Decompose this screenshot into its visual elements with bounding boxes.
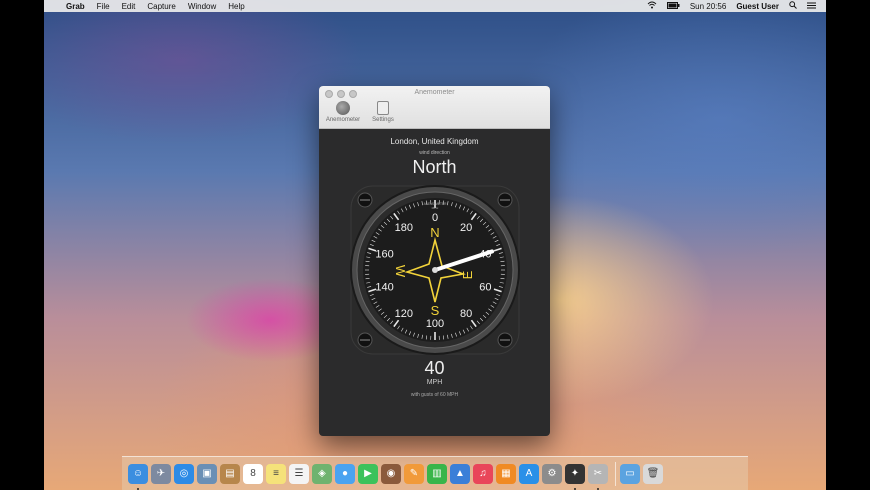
menu-capture[interactable]: Capture [147,2,175,11]
dock-calendar-icon[interactable]: 8 [243,463,263,484]
mount-screw [357,192,372,208]
toolbar-anemometer-label: Anemometer [325,117,361,123]
running-indicator [597,487,599,490]
gauge-unit-small: MPH [431,206,438,210]
dock-system-preferences-icon[interactable]: ⚙ [542,463,562,484]
dock-itunes-icon[interactable]: ♫ [473,463,493,484]
gauge-scale-label: 160 [375,249,393,261]
dock-reminders-icon[interactable]: ☰ [289,463,309,484]
dock-grab-icon[interactable]: ✂ [588,463,608,490]
menu-window[interactable]: Window [188,2,216,11]
dock-safari-icon[interactable]: ◎ [174,463,194,484]
mount-screw [497,332,512,348]
window-title: Anemometer [414,89,455,96]
dock-trash-icon[interactable]: 🗑 [643,463,663,484]
gauge-scale-label: 120 [394,308,412,320]
dock-anemometer-icon[interactable]: ✦ [565,463,585,490]
dock-finder-icon[interactable]: ☺ [128,463,148,490]
wind-direction-caption: wind direction [419,150,450,156]
dock-numbers-icon[interactable]: ▥ [427,463,447,484]
dock-pages-icon[interactable]: ✎ [404,463,424,484]
dock-app-store-icon[interactable]: A [519,463,539,484]
gauge-scale-label: 60 [479,281,491,293]
toolbar-settings-label: Settings [372,117,394,123]
dock-photos-preview-icon[interactable]: ▣ [197,463,217,484]
gauge-scale-label: 20 [460,222,472,234]
wifi-icon[interactable] [647,1,657,11]
window-toolbar: Anemometer Settings [323,101,403,123]
menu-bar: Grab File Edit Capture Window Help Sun 2… [44,0,826,12]
gusts-text: with gusts of 60 MPH [410,392,459,398]
dock-messages-icon[interactable]: ● [335,463,355,484]
location-label: London, United Kingdom [390,137,479,146]
wind-speed-value: 40 [424,358,445,378]
anemometer-gauge: 020406080100120140160180 ANEMOMETER MPH … [349,185,520,355]
gauge-scale-label: 80 [460,308,472,320]
compass-south-label: S [430,303,439,318]
dock-notes-icon[interactable]: ≡ [266,463,286,484]
notification-center-icon[interactable] [807,2,816,11]
window-content: London, United Kingdom wind direction No… [319,137,550,398]
menu-help[interactable]: Help [228,2,244,11]
running-indicator [137,487,139,490]
dock-maps-icon[interactable]: ◈ [312,463,332,484]
clock-text[interactable]: Sun 20:56 [690,2,726,11]
dock-keynote-icon[interactable]: ▲ [450,463,470,484]
wind-direction-value: North [412,157,457,177]
dock: ☺ ✈ ◎ ▣ ▤ 8 ≡ ☰ ◈ ● ▶ ◉ ✎ ▥ ▲ ♫ ▦ A ⚙ ✦ ✂ ▭ 🗑 [122,456,748,490]
dock-photo-booth-icon[interactable]: ◉ [381,463,401,484]
anemometer-icon [336,101,350,115]
right-letterbox [826,0,870,490]
gauge-scale-label: 100 [425,318,443,330]
compass-north-label: N [430,225,439,240]
spotlight-search-icon[interactable] [789,1,797,11]
window-titlebar[interactable]: Anemometer Anemometer Settings [319,86,550,129]
mount-screw [357,332,372,348]
gauge-scale-label: 140 [375,281,393,293]
anemometer-window: Anemometer Anemometer Settings London, U… [319,86,550,436]
dock-launchpad-icon[interactable]: ✈ [151,463,171,484]
gauge-scale-label: 180 [394,222,412,234]
gauge-scale-label: 0 [431,212,437,224]
dock-contacts-icon[interactable]: ▤ [220,463,240,484]
dock-separator [615,461,616,486]
dock-ibooks-icon[interactable]: ▦ [496,463,516,484]
battery-icon[interactable] [666,1,680,11]
needle-hub [431,267,438,273]
wind-speed-unit: MPH [426,379,443,386]
compass-east-label: E [460,270,475,279]
mount-screw [497,192,512,208]
left-letterbox [0,0,44,490]
compass-west-label: W [393,265,408,278]
toolbar-anemometer-button[interactable]: Anemometer [323,101,363,123]
running-indicator [574,487,576,490]
menu-file[interactable]: File [97,2,110,11]
settings-icon [377,101,389,115]
menu-edit[interactable]: Edit [122,2,136,11]
user-menu[interactable]: Guest User [736,2,779,11]
toolbar-settings-button[interactable]: Settings [363,101,403,123]
dock-downloads-folder-icon[interactable]: ▭ [620,463,640,484]
app-menu-grab[interactable]: Grab [66,2,85,11]
dock-facetime-icon[interactable]: ▶ [358,463,378,484]
